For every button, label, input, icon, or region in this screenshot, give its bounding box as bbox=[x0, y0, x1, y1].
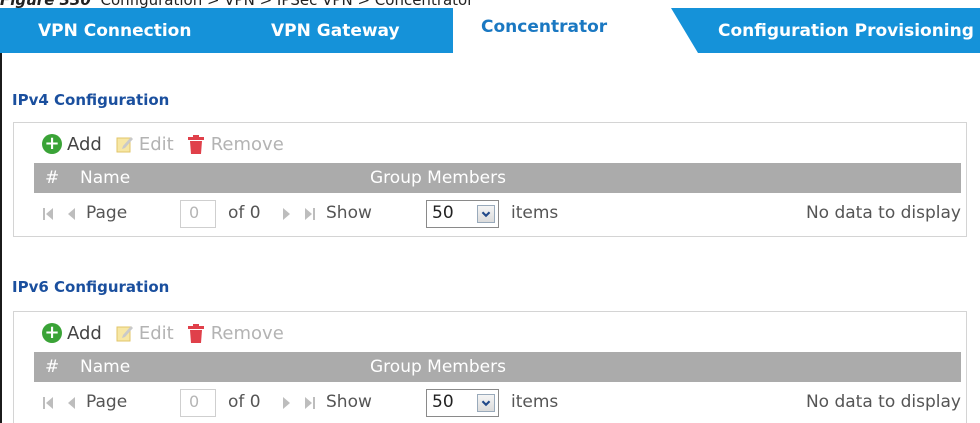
section-title-ipv4: IPv4 Configuration bbox=[12, 91, 170, 109]
column-header-group-members[interactable]: Group Members bbox=[370, 357, 506, 377]
edit-button[interactable]: Edit bbox=[116, 323, 174, 344]
remove-button[interactable]: Remove bbox=[187, 322, 284, 344]
tab-label: VPN Gateway bbox=[271, 20, 400, 41]
no-data-status: No data to display bbox=[805, 203, 961, 223]
last-page-icon[interactable] bbox=[301, 207, 317, 221]
page-number-input[interactable]: 0 bbox=[180, 200, 216, 228]
ipv6-panel: + Add Edit Remove # Name Group Members P… bbox=[13, 311, 967, 423]
first-page-icon[interactable] bbox=[41, 207, 57, 221]
first-page-icon[interactable] bbox=[41, 396, 57, 410]
edit-button[interactable]: Edit bbox=[116, 134, 174, 155]
tab-label: VPN Connection bbox=[38, 20, 192, 41]
tab-concentrator[interactable]: Concentrator bbox=[453, 8, 653, 53]
remove-label: Remove bbox=[210, 133, 284, 155]
ipv4-pager: Page 0 of 0 Show 50 items No data to dis… bbox=[34, 196, 961, 232]
edit-label: Edit bbox=[138, 133, 174, 155]
column-header-name[interactable]: Name bbox=[80, 168, 130, 188]
chevron-down-icon[interactable] bbox=[477, 205, 495, 223]
edit-icon bbox=[116, 137, 133, 153]
tab-label: Concentrator bbox=[481, 17, 608, 37]
tab-vpn-gateway[interactable]: VPN Gateway bbox=[231, 8, 453, 53]
column-header-name[interactable]: Name bbox=[80, 357, 130, 377]
next-page-icon[interactable] bbox=[278, 396, 294, 410]
add-button[interactable]: + Add bbox=[14, 323, 102, 344]
ipv4-toolbar: + Add Edit Remove bbox=[14, 129, 298, 159]
show-label: Show bbox=[326, 392, 372, 412]
items-label: items bbox=[511, 392, 559, 412]
page-label: Page bbox=[86, 392, 128, 412]
add-icon: + bbox=[42, 134, 62, 154]
page-size-value: 50 bbox=[432, 392, 454, 412]
chevron-down-icon[interactable] bbox=[477, 394, 495, 412]
page-label: Page bbox=[86, 203, 128, 223]
last-page-icon[interactable] bbox=[301, 396, 317, 410]
add-label: Add bbox=[67, 133, 102, 155]
ipv6-pager: Page 0 of 0 Show 50 items No data to dis… bbox=[34, 385, 961, 421]
page-size-select[interactable]: 50 bbox=[426, 389, 499, 417]
add-icon: + bbox=[42, 323, 62, 343]
ipv6-toolbar: + Add Edit Remove bbox=[14, 318, 298, 348]
add-button[interactable]: + Add bbox=[14, 134, 102, 155]
items-label: items bbox=[511, 203, 559, 223]
next-page-icon[interactable] bbox=[278, 207, 294, 221]
add-label: Add bbox=[67, 322, 102, 344]
page-left-border bbox=[0, 53, 2, 423]
ipv4-panel: + Add Edit Remove # Name Group Members P… bbox=[13, 122, 967, 237]
edit-label: Edit bbox=[138, 322, 174, 344]
remove-button[interactable]: Remove bbox=[187, 133, 284, 155]
show-label: Show bbox=[326, 203, 372, 223]
column-header-index[interactable]: # bbox=[45, 168, 59, 188]
section-title-ipv6: IPv6 Configuration bbox=[12, 278, 170, 296]
no-data-status: No data to display bbox=[805, 392, 961, 412]
trash-icon bbox=[187, 323, 204, 343]
tab-vpn-connection[interactable]: VPN Connection bbox=[0, 8, 231, 53]
column-header-index[interactable]: # bbox=[45, 357, 59, 377]
prev-page-icon[interactable] bbox=[64, 396, 80, 410]
edit-icon bbox=[116, 326, 133, 342]
column-header-group-members[interactable]: Group Members bbox=[370, 168, 506, 188]
tab-label: Configuration Provisioning bbox=[718, 20, 974, 41]
page-count: of 0 bbox=[228, 392, 261, 412]
page-size-select[interactable]: 50 bbox=[426, 200, 499, 228]
page-size-value: 50 bbox=[432, 203, 454, 223]
tab-configuration-provisioning[interactable]: Configuration Provisioning bbox=[698, 8, 980, 53]
ipv4-table-header: # Name Group Members bbox=[34, 163, 961, 193]
page-number-input[interactable]: 0 bbox=[180, 389, 216, 417]
trash-icon bbox=[187, 134, 204, 154]
tab-bar: VPN Connection VPN Gateway Concentrator … bbox=[0, 8, 980, 53]
page-count: of 0 bbox=[228, 203, 261, 223]
prev-page-icon[interactable] bbox=[64, 207, 80, 221]
remove-label: Remove bbox=[210, 322, 284, 344]
ipv6-table-header: # Name Group Members bbox=[34, 352, 961, 382]
tab-slant bbox=[653, 8, 698, 53]
